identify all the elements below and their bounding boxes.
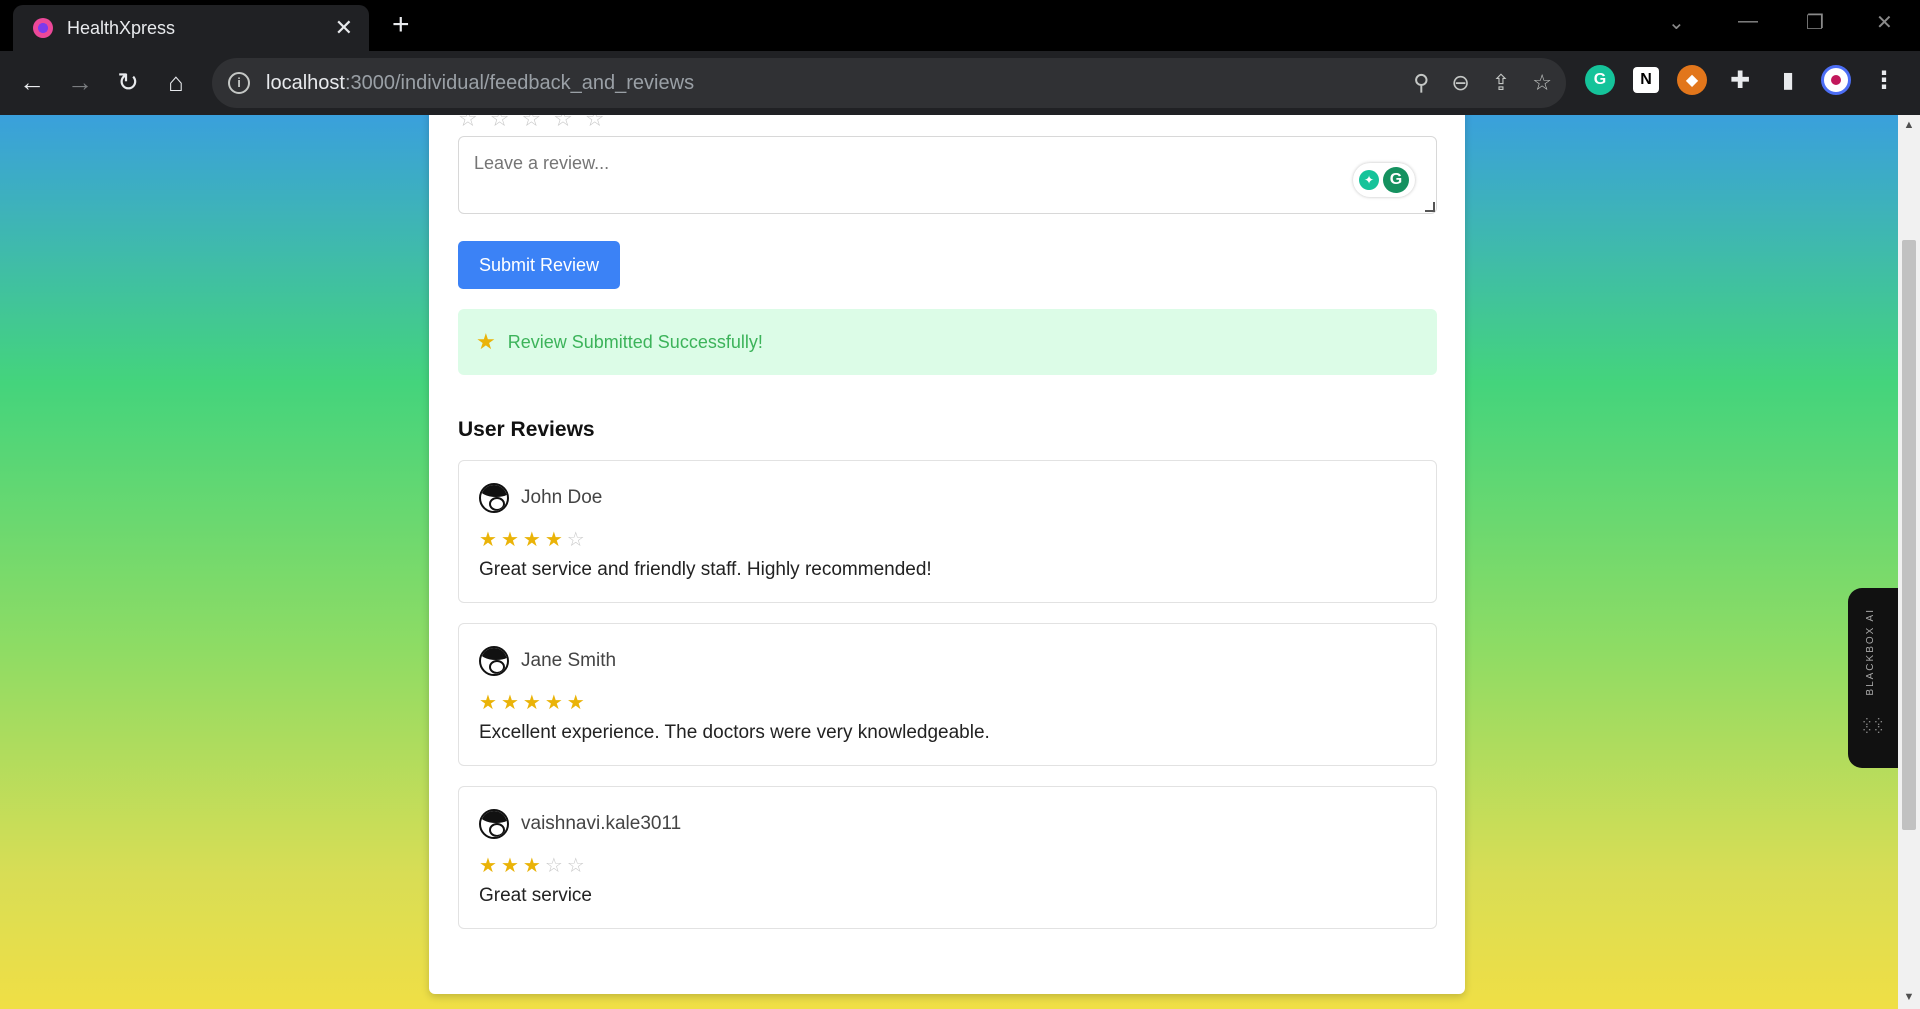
bookmark-star-icon[interactable]: ☆	[1532, 70, 1552, 96]
location-icon[interactable]: ⚲	[1413, 70, 1429, 96]
back-icon[interactable]: ←	[14, 65, 50, 99]
filled-star-icon: ★	[544, 529, 567, 551]
filled-star-icon: ★	[479, 692, 501, 714]
new-tab-icon[interactable]: +	[392, 10, 410, 40]
forward-icon[interactable]: →	[62, 65, 98, 99]
reload-icon[interactable]: ↻	[110, 65, 146, 99]
browser-tab[interactable]: HealthXpress ✕	[13, 5, 369, 51]
filled-star-icon: ★	[522, 529, 545, 551]
side-panel-icon[interactable]: ▮	[1773, 65, 1803, 95]
submit-review-button[interactable]: Submit Review	[458, 241, 620, 289]
url-text: localhost:3000/individual/feedback_and_r…	[266, 71, 695, 94]
rating-stars: ★★★★★	[479, 690, 589, 715]
browser-tabbar: HealthXpress ✕ + ⌄ — ❐ ✕	[0, 0, 1920, 51]
filled-star-icon: ★	[522, 855, 545, 877]
home-icon[interactable]: ⌂	[158, 65, 194, 99]
blackbox-label: BLACKBOX AI	[1865, 608, 1876, 696]
filled-star-icon: ★	[479, 855, 501, 877]
filled-star-icon: ★	[522, 692, 545, 714]
empty-star-icon: ☆	[566, 529, 589, 551]
scroll-thumb[interactable]	[1902, 240, 1916, 830]
scroll-down-icon[interactable]: ▼	[1898, 991, 1920, 1003]
site-info-icon[interactable]: i	[228, 72, 250, 94]
rating-stars: ★★★★☆	[479, 527, 589, 552]
close-window-icon[interactable]: ✕	[1876, 10, 1893, 35]
grammarly-icon[interactable]: G	[1383, 167, 1409, 193]
reviewer-name: John Doe	[521, 487, 603, 508]
share-icon[interactable]: ⇪	[1492, 70, 1510, 96]
review-card: vaishnavi.kale3011 ★★★☆☆ Great service	[458, 786, 1437, 929]
notion-extension-icon[interactable]: N	[1633, 67, 1659, 93]
lightbulb-icon[interactable]: ✦	[1359, 170, 1379, 190]
filled-star-icon: ★	[500, 855, 523, 877]
page-scrollbar[interactable]: ▲ ▼	[1898, 115, 1920, 1009]
browser-menu-icon[interactable]: ⋮	[1869, 65, 1899, 95]
metamask-extension-icon[interactable]: ◆	[1677, 65, 1707, 95]
filled-star-icon: ★	[544, 692, 567, 714]
browser-toolbar: ← → ↻ ⌂ i localhost:3000/individual/feed…	[0, 51, 1920, 115]
page-viewport: ☆☆☆☆☆ ✦ G Submit Review ★ Review Submitt…	[0, 115, 1898, 1009]
empty-star-icon: ☆	[544, 855, 567, 877]
success-message: Review Submitted Successfully!	[507, 331, 763, 352]
user-reviews-title: User Reviews	[458, 418, 595, 441]
zoom-icon[interactable]: ⊖	[1451, 70, 1469, 96]
review-comment: Excellent experience. The doctors were v…	[479, 722, 990, 743]
review-card: John Doe ★★★★☆ Great service and friendl…	[458, 460, 1437, 603]
favicon-icon	[33, 18, 53, 38]
tab-title: HealthXpress	[67, 17, 176, 38]
review-textarea[interactable]	[458, 136, 1437, 214]
close-tab-icon[interactable]: ✕	[335, 17, 353, 39]
reviewer-name: Jane Smith	[521, 650, 617, 671]
resize-handle-icon[interactable]	[1425, 202, 1435, 212]
filled-star-icon: ★	[500, 692, 523, 714]
review-comment: Great service	[479, 885, 592, 906]
success-alert: ★ Review Submitted Successfully!	[458, 309, 1437, 375]
blackbox-logo-icon: ⁘⁘ ⁘⁘	[1861, 714, 1885, 738]
profile-avatar-icon[interactable]	[1821, 65, 1851, 95]
grammarly-widget[interactable]: ✦ G	[1353, 163, 1415, 197]
restore-icon[interactable]: ❐	[1806, 10, 1824, 35]
feedback-card: ☆☆☆☆☆ ✦ G Submit Review ★ Review Submitt…	[429, 115, 1465, 994]
grammarly-extension-icon[interactable]: G	[1585, 65, 1615, 95]
filled-star-icon: ★	[566, 692, 589, 714]
avatar-icon	[479, 809, 509, 839]
filled-star-icon: ★	[479, 529, 501, 551]
rating-input-stars[interactable]: ☆☆☆☆☆	[458, 115, 617, 132]
review-card: Jane Smith ★★★★★ Excellent experience. T…	[458, 623, 1437, 766]
empty-star-icon: ☆	[566, 855, 589, 877]
avatar-icon	[479, 646, 509, 676]
avatar-icon	[479, 483, 509, 513]
minimize-icon[interactable]: —	[1738, 10, 1758, 33]
reviewer-name: vaishnavi.kale3011	[521, 813, 682, 834]
filled-star-icon: ★	[500, 529, 523, 551]
tab-search-icon[interactable]: ⌄	[1668, 10, 1685, 35]
address-bar[interactable]: i localhost:3000/individual/feedback_and…	[212, 58, 1566, 108]
rating-stars: ★★★☆☆	[479, 853, 589, 878]
blackbox-ai-widget[interactable]: BLACKBOX AI ⁘⁘ ⁘⁘	[1848, 588, 1898, 768]
extensions-puzzle-icon[interactable]: ✚	[1725, 65, 1755, 95]
review-comment: Great service and friendly staff. Highly…	[479, 559, 932, 580]
scroll-up-icon[interactable]: ▲	[1898, 119, 1920, 131]
star-icon: ★	[476, 329, 496, 354]
